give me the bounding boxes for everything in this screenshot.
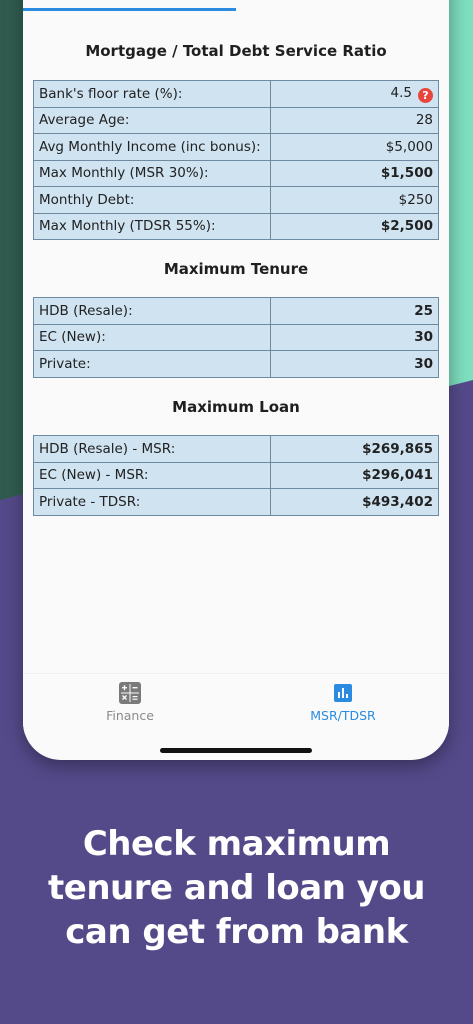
caption-line-2: tenure and loan you — [48, 868, 425, 908]
caption-line-1: Check maximum — [82, 824, 391, 864]
table-row: Avg Monthly Income (inc bonus): $5,000 — [33, 133, 439, 161]
loan-ec-value: $296,041 — [270, 461, 439, 489]
table-row: Bank's floor rate (%): 4.5? — [33, 80, 439, 108]
caption-line-3: can get from bank — [65, 912, 408, 952]
bottom-nav: Finance MSR/TDSR — [23, 673, 449, 734]
tenure-private-label: Private: — [33, 350, 271, 378]
help-icon[interactable]: ? — [418, 87, 433, 103]
bar-chart-icon — [334, 684, 352, 702]
loan-title: Maximum Loan — [172, 398, 300, 416]
loan-hdb-value: $269,865 — [270, 435, 439, 463]
monthly-income-label: Avg Monthly Income (inc bonus): — [33, 133, 271, 161]
loan-private-value: $493,402 — [270, 488, 439, 516]
max-monthly-tdsr-value: $2,500 — [270, 212, 439, 240]
table-row: EC (New): 30 — [33, 323, 439, 351]
floor-rate-value[interactable]: 4.5 — [391, 85, 412, 101]
tenure-private-value: 30 — [270, 350, 439, 378]
nav-msr-tdsr-label: MSR/TDSR — [310, 708, 376, 723]
table-row: Average Age: 28 — [33, 106, 439, 134]
average-age-value[interactable]: 28 — [270, 106, 439, 134]
home-indicator[interactable] — [160, 748, 312, 753]
max-monthly-msr-label: Max Monthly (MSR 30%): — [33, 159, 271, 187]
calculator-icon — [119, 682, 141, 704]
monthly-debt-label: Monthly Debt: — [33, 186, 271, 214]
tenure-hdb-value: 25 — [270, 297, 439, 325]
table-row: EC (New) - MSR: $296,041 — [33, 461, 439, 489]
tab-indicator — [23, 8, 236, 11]
tenure-ec-value: 30 — [270, 323, 439, 351]
monthly-debt-value[interactable]: $250 — [270, 186, 439, 214]
mortgage-table: Bank's floor rate (%): 4.5? Average Age:… — [33, 80, 439, 240]
max-monthly-msr-value: $1,500 — [270, 159, 439, 187]
tenure-hdb-label: HDB (Resale): — [33, 297, 271, 325]
table-row: Max Monthly (TDSR 55%): $2,500 — [33, 212, 439, 240]
nav-finance-label: Finance — [106, 708, 154, 723]
table-row: HDB (Resale) - MSR: $269,865 — [33, 435, 439, 463]
average-age-label: Average Age: — [33, 106, 271, 134]
loan-hdb-label: HDB (Resale) - MSR: — [33, 435, 271, 463]
monthly-income-value[interactable]: $5,000 — [270, 133, 439, 161]
nav-msr-tdsr[interactable]: MSR/TDSR — [263, 682, 423, 723]
loan-table: HDB (Resale) - MSR: $269,865 EC (New) - … — [33, 435, 439, 516]
table-row: HDB (Resale): 25 — [33, 297, 439, 325]
floor-rate-cell[interactable]: 4.5? — [270, 80, 439, 108]
phone-screen: Mortgage / Total Debt Service Ratio Bank… — [23, 0, 449, 760]
loan-ec-label: EC (New) - MSR: — [33, 461, 271, 489]
tenure-table: HDB (Resale): 25 EC (New): 30 Private: 3… — [33, 297, 439, 378]
floor-rate-label: Bank's floor rate (%): — [33, 80, 271, 108]
table-row: Max Monthly (MSR 30%): $1,500 — [33, 159, 439, 187]
nav-finance[interactable]: Finance — [50, 682, 210, 723]
table-row: Private - TDSR: $493,402 — [33, 488, 439, 516]
tenure-ec-label: EC (New): — [33, 323, 271, 351]
marketing-caption: Check maximum tenure and loan you can ge… — [0, 822, 473, 954]
mortgage-title: Mortgage / Total Debt Service Ratio — [85, 42, 387, 60]
max-monthly-tdsr-label: Max Monthly (TDSR 55%): — [33, 212, 271, 240]
loan-private-label: Private - TDSR: — [33, 488, 271, 516]
table-row: Private: 30 — [33, 350, 439, 378]
table-row: Monthly Debt: $250 — [33, 186, 439, 214]
tenure-title: Maximum Tenure — [163, 260, 309, 278]
